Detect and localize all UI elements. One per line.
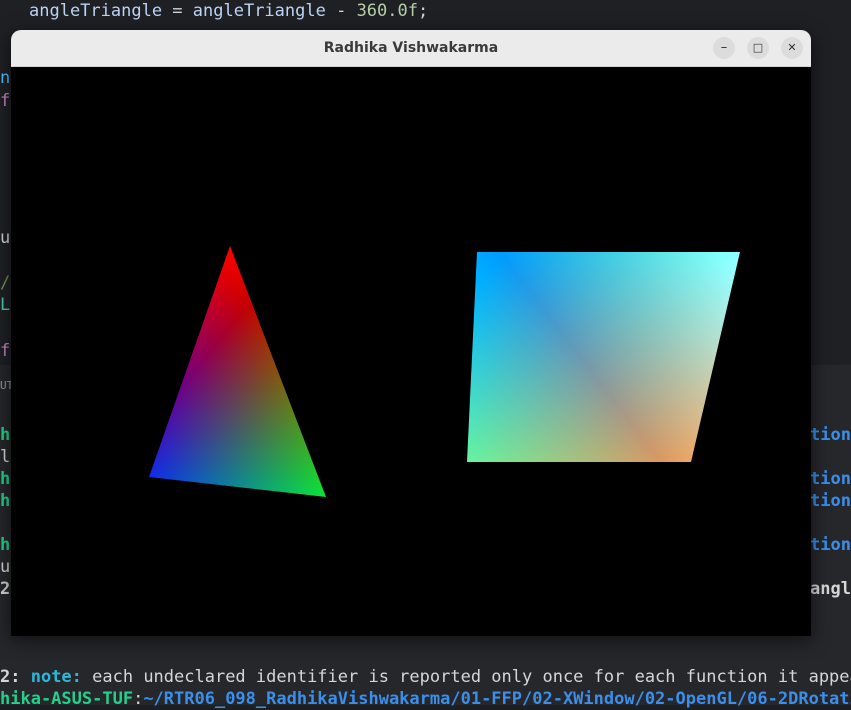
close-button[interactable]: ✕ [781,37,803,59]
code-token: ; [417,1,429,21]
code-fragment: u [0,228,11,248]
code-token: 360.0f [356,1,418,21]
terminal-fragment: 2 [0,579,11,599]
terminal-prompt: hika-ASUS-TUF:~/RTR06_098_RadhikaVishwak… [0,688,851,710]
code-token: - [325,1,357,21]
render-canvas[interactable] [11,67,811,636]
code-fragment: f [0,91,11,111]
code-token: angleTriangle [29,1,163,21]
note-prefix: 2: [0,667,31,687]
code-line: angleTriangle = angleTriangle - 360.0f; [29,0,428,22]
maximize-button[interactable]: □ [747,37,769,59]
minimize-button[interactable]: – [713,37,735,59]
prompt-colon: : [133,689,144,709]
gradient-triangle [149,246,326,497]
terminal-fragment: u [0,557,11,577]
opengl-window: Radhika Vishwakarma – □ ✕ [11,30,811,636]
code-fragment: L [0,295,11,315]
note-keyword: note: [30,667,82,687]
code-fragment: / [0,273,11,293]
window-title: Radhika Vishwakarma [323,40,499,56]
code-token: = [162,1,193,21]
gradient-quad [467,252,740,462]
terminal-note-line: 2: note: each undeclared identifier is r… [0,666,851,688]
terminal-fragment: angl [810,579,851,599]
prompt-path: ~/RTR06_098_RadhikaVishwakarma/01-FFP/02… [143,689,851,709]
scene-svg [149,246,740,497]
code-token: angleTriangle [192,1,326,21]
code-fragment: f [0,341,11,361]
window-titlebar[interactable]: Radhika Vishwakarma – □ ✕ [11,30,811,67]
note-text: each undeclared identifier is reported o… [81,667,851,687]
prompt-user: hika-ASUS-TUF [0,689,134,709]
terminal-fragment: l [0,447,11,467]
code-fragment: n [0,68,11,88]
